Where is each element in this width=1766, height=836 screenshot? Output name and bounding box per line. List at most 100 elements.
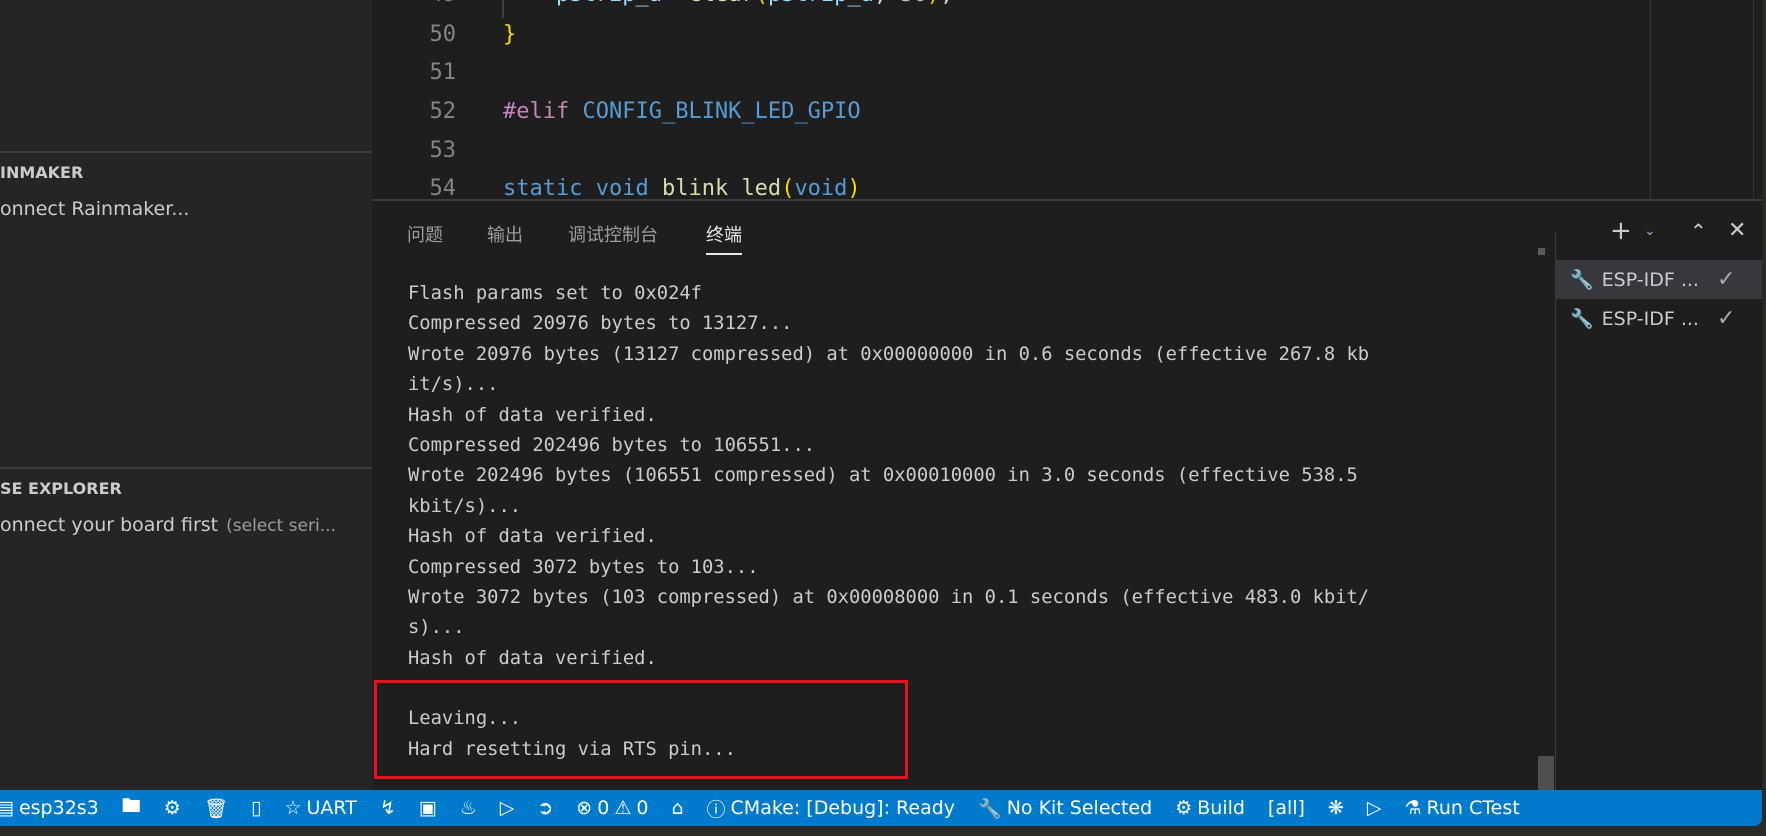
code-line: } <box>503 22 517 47</box>
lightning-icon: ↯ <box>379 797 396 819</box>
build-target-button[interactable]: [all] <box>1268 797 1305 819</box>
explorer-section-title[interactable]: SE EXPLORER <box>0 479 122 498</box>
tools-icon: 🔧 <box>1570 308 1594 330</box>
clean-button[interactable]: 🗑 <box>204 797 228 820</box>
chip-icon: ▤ <box>0 797 14 819</box>
cmake-label: CMake: [Debug]: Ready <box>730 797 956 819</box>
terminal-line: Wrote 20976 bytes (13127 compressed) at … <box>408 343 1370 365</box>
terminal-line: Compressed 3072 bytes to 103... <box>408 556 759 578</box>
code-line: pStrip_a->clear(pStrip_a, 50); <box>503 0 953 7</box>
terminal-line: kbit/s)... <box>408 495 522 517</box>
tab-output[interactable]: 输出 <box>487 221 523 253</box>
terminal-button[interactable]: ▷ <box>500 797 515 819</box>
terminal-icon: ▷ <box>499 797 515 819</box>
bottom-panel: 问题 输出 调试控制台 终端 + ⌄ ⌃ ✕ Flash params set … <box>372 199 1762 792</box>
connect-board-hint: (select seri... <box>226 516 336 536</box>
section-divider[interactable] <box>0 467 372 469</box>
uart-label: UART <box>306 797 357 819</box>
vscode-window: INMAKER onnect Rainmaker... SE EXPLORER … <box>0 0 1762 826</box>
terminal-line: Hash of data verified. <box>408 526 657 548</box>
check-icon: ✓ <box>1716 267 1736 292</box>
connect-board-item[interactable]: onnect your board first (select seri... <box>0 514 336 536</box>
terminal-label: ESP-IDF ... <box>1601 307 1699 330</box>
terminal-line: it/s)... <box>408 374 499 396</box>
gear-icon: ⚙ <box>1175 797 1193 819</box>
build-flash-monitor-button[interactable]: ♨ <box>460 797 477 819</box>
terminal-scrollbar[interactable] <box>1538 756 1554 792</box>
line-number: 49 <box>372 0 457 7</box>
tab-terminal[interactable]: 终端 <box>706 221 742 255</box>
build-button[interactable]: ⚙ Build <box>1175 797 1245 819</box>
target-button[interactable]: ▤ esp32s3 <box>0 797 99 819</box>
connect-rainmaker-item[interactable]: onnect Rainmaker... <box>0 198 189 220</box>
scroll-marker <box>1538 248 1545 255</box>
debug-button[interactable]: ❋ <box>1328 797 1344 819</box>
run-button[interactable]: ▷ <box>1367 797 1382 819</box>
check-icon: ✓ <box>1716 306 1736 331</box>
monitor-icon: ▣ <box>418 797 437 819</box>
settings-button[interactable]: ⚙ <box>164 797 181 819</box>
line-number: 51 <box>429 60 457 85</box>
terminal-line: Wrote 202496 bytes (106551 compressed) a… <box>408 465 1358 487</box>
flask-icon: ⚗ <box>1404 797 1422 819</box>
tools-icon: 🔧 <box>1570 269 1594 291</box>
terminal-list: 🔧 ESP-IDF ... ✓ 🔧 ESP-IDF ... ✓ <box>1555 231 1762 792</box>
flame-icon: ♨ <box>459 797 477 819</box>
folder-icon: 🖿 <box>121 795 141 817</box>
connect-board-label: onnect your board first <box>0 514 219 536</box>
star-icon: ☆ <box>284 797 302 819</box>
open-folder-button[interactable]: 🖿 <box>122 792 141 824</box>
scrollbar-divider <box>1753 0 1754 199</box>
flash-button[interactable]: ↯ <box>380 797 396 819</box>
target-label: esp32s3 <box>18 797 99 819</box>
problems-button[interactable]: ⊗ 0 ⚠ 0 <box>576 797 648 819</box>
terminal-line: Hash of data verified. <box>408 647 657 669</box>
warning-count: 0 <box>636 797 649 819</box>
ctest-label: Run CTest <box>1426 797 1520 819</box>
arrow-right-box-icon: ➲ <box>537 797 554 819</box>
kit-label: No Kit Selected <box>1006 797 1153 819</box>
bug-icon: ❋ <box>1327 797 1344 819</box>
monitor-button[interactable]: ▣ <box>419 797 437 819</box>
code-editor[interactable]: 49 pStrip_a->clear(pStrip_a, 50); 50 } 5… <box>372 0 1762 199</box>
line-number: 54 <box>429 176 457 199</box>
warning-icon: ⚠ <box>614 797 632 819</box>
terminal-line: Flash params set to 0x024f <box>408 283 702 304</box>
database-button[interactable]: ▯ <box>251 797 261 819</box>
terminal-line: Wrote 3072 bytes (103 compressed) at 0x0… <box>408 586 1370 608</box>
error-icon: ⊗ <box>576 797 593 819</box>
terminal-line: Hash of data verified. <box>408 404 657 426</box>
info-icon: ⓘ <box>706 798 726 821</box>
tab-debug-console[interactable]: 调试控制台 <box>568 221 658 253</box>
build-label: Build <box>1197 797 1245 819</box>
highlight-box <box>374 680 908 779</box>
cmake-status[interactable]: ⓘ CMake: [Debug]: Ready <box>707 795 956 822</box>
kit-button[interactable]: 🔧 No Kit Selected <box>978 797 1152 820</box>
tools-icon: 🔧 <box>978 797 1002 820</box>
rainmaker-section-title[interactable]: INMAKER <box>0 163 83 182</box>
minimap-divider <box>1650 0 1651 199</box>
cylinder-icon: ▯ <box>250 797 262 819</box>
flash-method-button[interactable]: ☆ UART <box>284 797 356 819</box>
home-button[interactable]: ⌂ <box>671 797 683 819</box>
status-bar: ▤ esp32s3 🖿 ⚙ 🗑 ▯ ☆ UART ↯ ▣ ♨ ▷ ➲ ⊗ 0 ⚠ 0 ⌂ … <box>0 790 1762 826</box>
ctest-button[interactable]: ⚗ Run CTest <box>1405 797 1520 819</box>
terminal-label: ESP-IDF ... <box>1601 268 1699 291</box>
section-divider[interactable] <box>0 151 372 153</box>
terminal-line: s)... <box>408 617 465 639</box>
terminal-line: Compressed 20976 bytes to 13127... <box>408 313 793 335</box>
play-icon: ▷ <box>1366 797 1382 819</box>
line-number: 53 <box>429 138 457 163</box>
sidebar: INMAKER onnect Rainmaker... SE EXPLORER … <box>0 0 372 790</box>
terminal-item[interactable]: 🔧 ESP-IDF ... ✓ <box>1556 260 1762 299</box>
code-line: #elif CONFIG_BLINK_LED_GPIO <box>503 99 861 124</box>
trash-icon: 🗑 <box>203 797 228 820</box>
line-number: 50 <box>429 22 457 47</box>
run-task-button[interactable]: ➲ <box>537 797 553 819</box>
line-number: 52 <box>429 99 457 124</box>
terminal-item[interactable]: 🔧 ESP-IDF ... ✓ <box>1556 299 1762 338</box>
tab-problems[interactable]: 问题 <box>407 221 443 253</box>
gear-icon: ⚙ <box>163 797 181 819</box>
code-line: static void blink_led(void) <box>503 176 861 199</box>
error-count: 0 <box>597 797 610 819</box>
